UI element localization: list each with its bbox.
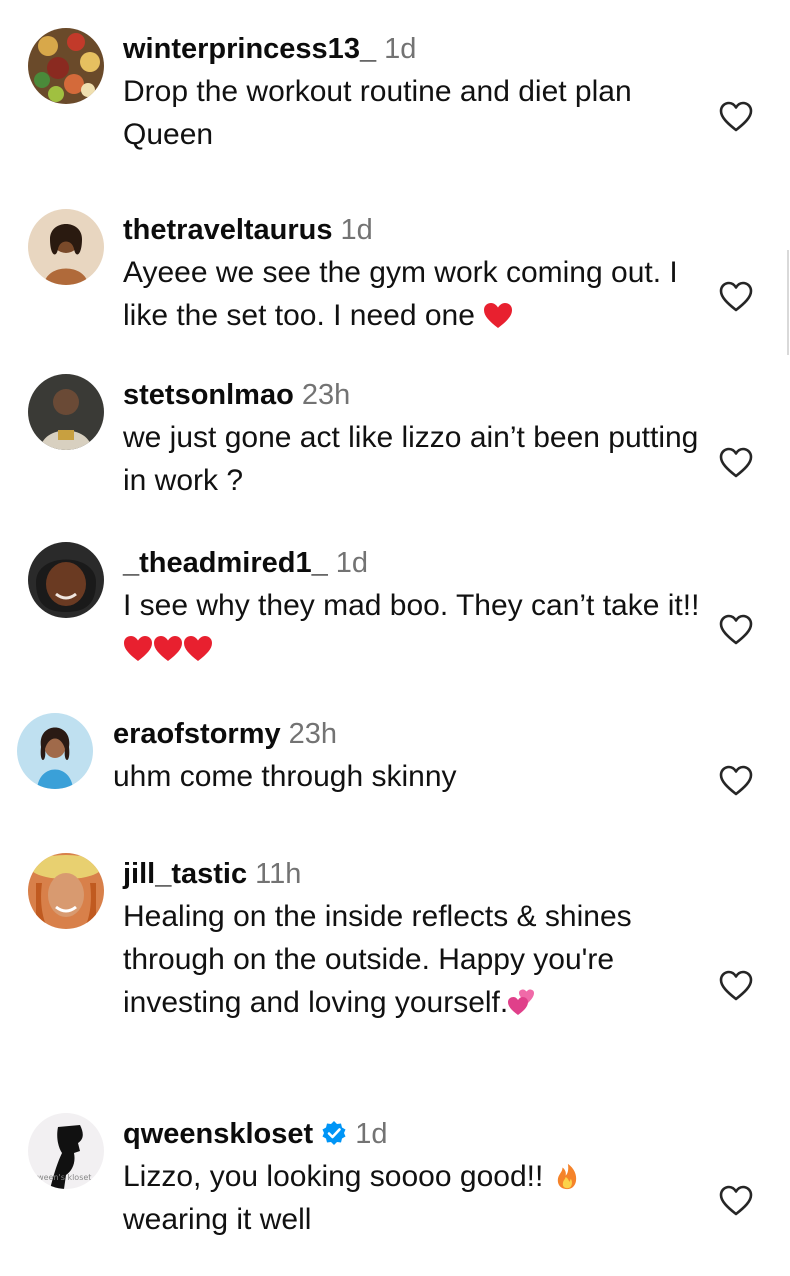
fire-icon (552, 1163, 582, 1190)
red-heart-icon (483, 302, 513, 329)
verified-badge-icon (321, 1120, 347, 1146)
two-hearts-icon (508, 989, 538, 1016)
comment-username[interactable]: qweenskloset (123, 1118, 313, 1150)
comment-text: Lizzo, you looking soooo good!! wearing … (123, 1155, 703, 1241)
scrollbar[interactable] (787, 250, 789, 355)
avatar[interactable]: qween's kloset (28, 1113, 104, 1189)
comment-text: I see why they mad boo. They can’t take … (123, 584, 703, 670)
avatar[interactable] (28, 28, 104, 104)
avatar[interactable] (28, 853, 104, 929)
comment-username[interactable]: eraofstormy (113, 718, 281, 750)
comment-timestamp: 1d (335, 547, 368, 579)
like-heart-icon[interactable] (719, 765, 753, 797)
red-heart-icon (183, 635, 213, 662)
comment-username[interactable]: winterprincess13_ (123, 33, 376, 65)
comment-username[interactable]: stetsonlmao (123, 379, 294, 411)
comment-timestamp: 23h (288, 718, 338, 750)
comment-text: Ayeee we see the gym work coming out. I … (123, 256, 678, 332)
comment-username[interactable]: jill_tastic (123, 858, 247, 890)
avatar[interactable] (17, 713, 93, 789)
svg-text:qween's kloset: qween's kloset (32, 1173, 91, 1182)
like-heart-icon[interactable] (719, 101, 753, 133)
comment-text: we just gone act like lizzo ain’t been p… (123, 421, 699, 497)
comment-username[interactable]: thetraveltaurus (123, 214, 333, 246)
avatar[interactable] (28, 542, 104, 618)
avatar[interactable] (28, 209, 104, 285)
like-heart-icon[interactable] (719, 614, 753, 646)
avatar[interactable] (28, 374, 104, 450)
comment-username[interactable]: _theadmired1_ (123, 547, 328, 579)
red-heart-icon (153, 635, 183, 662)
like-heart-icon[interactable] (719, 447, 753, 479)
comment-timestamp: 1d (384, 33, 417, 65)
comment-timestamp: 11h (255, 858, 302, 890)
comment-text: uhm come through skinny (113, 760, 457, 793)
like-heart-icon[interactable] (719, 1185, 753, 1217)
comment-text: Drop the workout routine and diet plan Q… (123, 75, 632, 151)
comment-timestamp: 1d (355, 1118, 388, 1150)
red-heart-icon (123, 635, 153, 662)
comment-timestamp: 1d (340, 214, 373, 246)
like-heart-icon[interactable] (719, 970, 753, 1002)
comment-text: Healing on the inside reflects & shines … (123, 900, 632, 1019)
like-heart-icon[interactable] (719, 281, 753, 313)
comment-timestamp: 23h (301, 379, 351, 411)
